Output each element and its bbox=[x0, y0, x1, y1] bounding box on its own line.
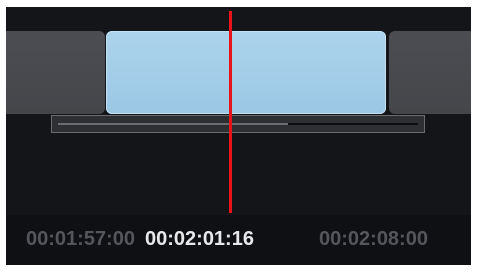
previous-clip[interactable] bbox=[6, 31, 105, 114]
current-timecode: 00:02:01:16 bbox=[145, 228, 254, 250]
scrub-track bbox=[58, 123, 418, 125]
start-timecode: 00:01:57:00 bbox=[26, 228, 135, 250]
end-timecode: 00:02:08:00 bbox=[319, 228, 428, 250]
next-clip[interactable] bbox=[389, 31, 471, 114]
selected-clip[interactable] bbox=[106, 31, 386, 114]
playhead[interactable] bbox=[229, 11, 232, 213]
timecode-bar: 00:01:57:00 00:02:01:16 00:02:08:00 bbox=[6, 215, 471, 265]
scrub-progress-fill bbox=[58, 123, 289, 125]
scrub-bar[interactable] bbox=[51, 115, 425, 133]
timeline-viewer: 00:01:57:00 00:02:01:16 00:02:08:00 bbox=[6, 7, 471, 265]
